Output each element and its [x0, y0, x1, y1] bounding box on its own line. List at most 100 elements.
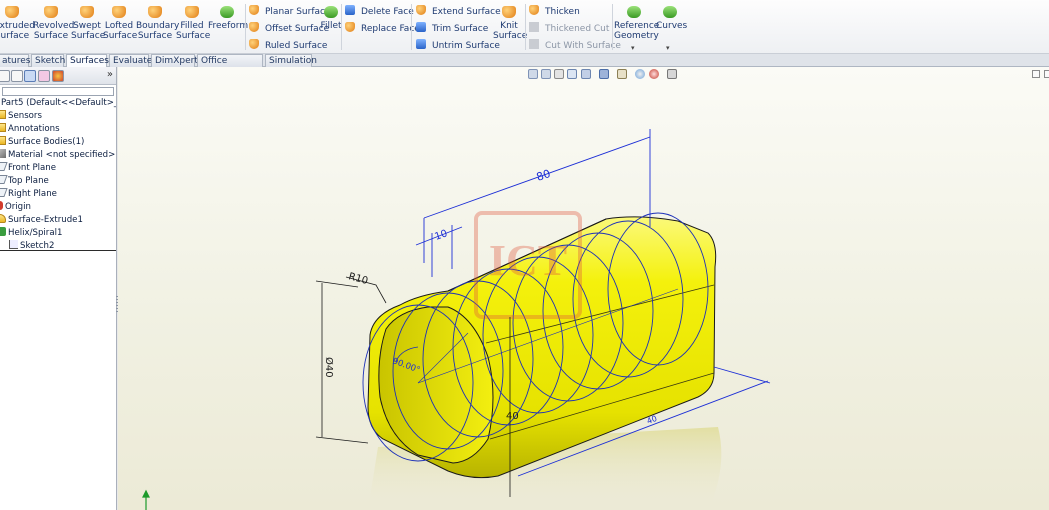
offset-surface-button[interactable]: Offset Surface [249, 22, 329, 36]
delete-face-icon [345, 5, 355, 15]
plane-icon [0, 175, 8, 184]
fillet-icon [324, 6, 338, 18]
tree-item-surface-bodies[interactable]: Surface Bodies(1) [0, 136, 84, 148]
expand-panel-icon[interactable]: » [107, 69, 113, 80]
replace-face-icon [345, 22, 355, 32]
thicken-button[interactable]: Thicken [529, 5, 580, 19]
ribbon-separator [612, 4, 613, 50]
tree-item-helix-spiral1[interactable]: Helix/Spiral1 [0, 227, 62, 239]
tab-evaluate[interactable]: Evaluate [109, 54, 152, 67]
untrim-surface-icon [416, 39, 426, 49]
material-icon [0, 149, 6, 158]
origin-icon [0, 201, 3, 210]
tab-surfaces[interactable]: Surfaces [66, 54, 109, 68]
dimension-diameter-label: Ø40 [323, 357, 335, 378]
freeform-icon [220, 6, 234, 18]
tree-item-annotations[interactable]: Annotations [0, 123, 60, 135]
annotations-icon [0, 123, 6, 132]
tree-item-front-plane[interactable]: Front Plane [0, 162, 56, 174]
panel-tab-bar: » [0, 67, 116, 85]
revolved-surface-icon [44, 6, 58, 18]
dimension-height-label: 40 [506, 411, 519, 422]
tree-item-surface-extrude1[interactable]: Surface-Extrude1 [0, 214, 83, 226]
trim-surface-icon [416, 22, 426, 32]
curves-dropdown-icon[interactable]: ▾ [666, 44, 670, 52]
cut-with-surface-button[interactable]: Cut With Surface [529, 39, 621, 53]
helix-icon [0, 227, 6, 236]
tree-item-sensors[interactable]: Sensors [0, 110, 42, 122]
untrim-surface-button[interactable]: Untrim Surface [416, 39, 500, 53]
swept-surface-icon [80, 6, 94, 18]
ribbon-separator [245, 4, 246, 50]
model-view: ICT 80 10 R10 Ø40 90.00° 40 40 [142, 129, 771, 510]
tree-item-right-plane[interactable]: Right Plane [0, 188, 57, 200]
tab-simulation[interactable]: Simulation [265, 54, 317, 67]
lofted-surface-icon [112, 6, 126, 18]
curves-icon [663, 6, 677, 18]
reference-geometry-dropdown-icon[interactable]: ▾ [631, 44, 635, 52]
configuration-manager-tab-icon[interactable] [24, 70, 36, 82]
dimension-depth-label: 40 [646, 414, 659, 426]
surface-bodies-folder-icon [0, 136, 6, 145]
tree-item-material[interactable]: Material <not specified> [0, 149, 115, 161]
feature-manager-tab-icon[interactable] [0, 70, 10, 82]
rollback-bar[interactable] [0, 250, 116, 251]
extruded-surface-icon [5, 6, 19, 18]
ribbon-separator [341, 4, 342, 50]
tab-features[interactable]: atures [0, 54, 30, 67]
dimension-length-label: 80 [535, 167, 552, 184]
cut-with-surface-icon [529, 39, 539, 49]
extruded-surface-button[interactable]: Extruded Surface [0, 6, 35, 52]
tree-root-part[interactable]: Part5 (Default<<Default>_Dis [1, 97, 116, 109]
freeform-button[interactable]: Freeform [208, 6, 248, 52]
delete-face-button[interactable]: Delete Face [345, 5, 414, 19]
fillet-button[interactable]: Fillet [320, 6, 342, 52]
property-manager-tab-icon[interactable] [11, 70, 23, 82]
tab-office-products[interactable]: Office Products [197, 54, 263, 78]
reference-geometry-icon [627, 6, 641, 18]
ruled-surface-button[interactable]: Ruled Surface [249, 39, 327, 53]
ribbon-separator [525, 4, 526, 50]
replace-face-button[interactable]: Replace Face [345, 22, 420, 36]
sensors-folder-icon [0, 110, 6, 119]
tab-dimxpert[interactable]: DimXpert [151, 54, 198, 67]
thicken-icon [529, 5, 539, 15]
command-manager-tabs: atures Sketch Surfaces Evaluate DimXpert… [0, 54, 1049, 78]
surface-extrude-icon [0, 214, 6, 223]
tree-item-top-plane[interactable]: Top Plane [0, 175, 49, 187]
extend-surface-button[interactable]: Extend Surface [416, 5, 501, 19]
tree-filter-field[interactable] [2, 87, 114, 96]
boundary-surface-button[interactable]: Boundary Surface [136, 6, 179, 52]
filled-surface-button[interactable]: Filled Surface [176, 6, 210, 52]
svg-text:ICT: ICT [489, 236, 567, 285]
tab-sketch[interactable]: Sketch [31, 54, 65, 67]
planar-surface-button[interactable]: Planar Surface [249, 5, 331, 19]
tree-item-origin[interactable]: Origin [0, 201, 31, 213]
offset-surface-icon [249, 22, 259, 32]
thickened-cut-button[interactable]: Thickened Cut [529, 22, 609, 36]
dimension-pitch-label: 10 [433, 228, 449, 243]
revolved-surface-button[interactable]: Revolved Surface [33, 6, 74, 52]
surfaces-ribbon: Extruded Surface Revolved Surface Swept … [0, 0, 1049, 54]
display-manager-tab-icon[interactable] [52, 70, 64, 82]
view-triad [142, 489, 150, 510]
curves-button[interactable]: Curves [656, 6, 687, 52]
dimension-radius-label: R10 [347, 271, 369, 287]
ruled-surface-icon [249, 39, 259, 49]
planar-surface-icon [249, 5, 259, 15]
ribbon-separator [411, 4, 412, 50]
dimxpert-manager-tab-icon[interactable] [38, 70, 50, 82]
plane-icon [0, 162, 8, 171]
knit-surface-icon [502, 6, 516, 18]
lofted-surface-button[interactable]: Lofted Surface [103, 6, 137, 52]
plane-icon [0, 188, 8, 197]
trim-surface-button[interactable]: Trim Surface [416, 22, 488, 36]
knit-surface-button[interactable]: Knit Surface [493, 6, 527, 52]
thickened-cut-icon [529, 22, 539, 32]
swept-surface-button[interactable]: Swept Surface [71, 6, 105, 52]
graphics-area[interactable]: ICT 80 10 R10 Ø40 90.00° 40 40 [118, 67, 1049, 510]
filled-surface-icon [185, 6, 199, 18]
feature-manager-panel: » Part5 (Default<<Default>_Dis Sensors A… [0, 67, 117, 510]
sketch-icon [9, 240, 18, 249]
extend-surface-icon [416, 5, 426, 15]
